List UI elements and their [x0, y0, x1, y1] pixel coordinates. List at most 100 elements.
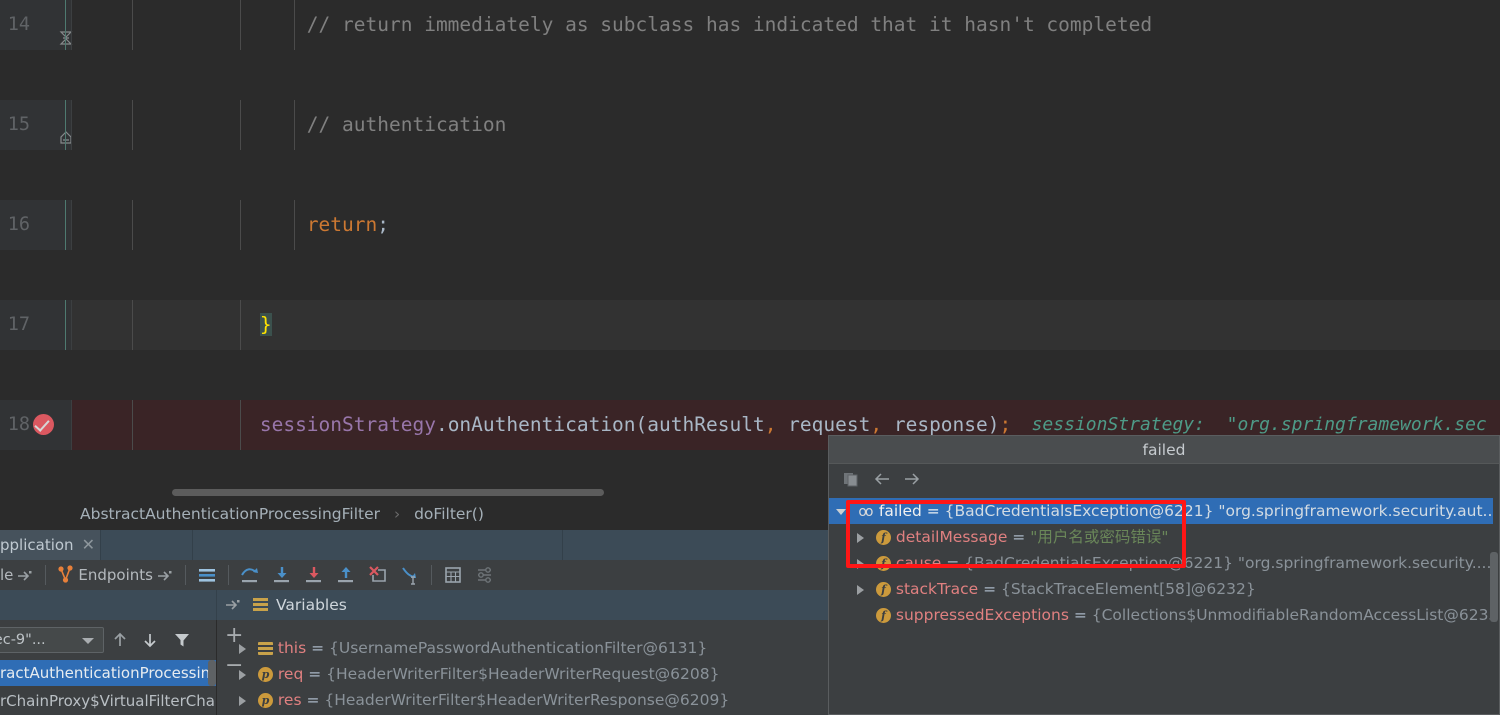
popup-variable-value: {BadCredentialsException@6221}: [964, 554, 1233, 572]
popup-toolbar[interactable]: [829, 464, 1499, 494]
pin-icon[interactable]: [153, 564, 175, 586]
breakpoint-icon[interactable]: [33, 414, 54, 435]
run-tab-application[interactable]: pplication ✕: [0, 530, 100, 560]
popup-variable-name: failed: [878, 502, 922, 520]
tab-divider: [100, 530, 101, 560]
code-lines[interactable]: 14 // return immediately as subclass has…: [0, 0, 1500, 498]
back-arrow-icon[interactable]: [871, 468, 901, 490]
popup-variable-row[interactable]: f suppressedExceptions = {Collections$Un…: [829, 602, 1493, 628]
expand-arrow-icon[interactable]: [857, 558, 871, 569]
frame-list-item[interactable]: rChainProxy$VirtualFilterChain: [0, 688, 216, 714]
popup-tree[interactable]: oo failed = {BadCredentialsException@622…: [829, 494, 1499, 714]
variable-row[interactable]: p res = {HeaderWriterFilter$HeaderWriter…: [217, 687, 828, 713]
variable-row[interactable]: p req = {HeaderWriterFilter$HeaderWriter…: [217, 661, 828, 687]
close-icon[interactable]: ✕: [82, 530, 95, 560]
code-token: ;: [999, 413, 1012, 436]
run-to-cursor-button[interactable]: [394, 560, 426, 590]
panel-splitter[interactable]: [216, 590, 217, 620]
code-editor[interactable]: 14 // return immediately as subclass has…: [0, 0, 1500, 498]
idea-debugger-screen: 14 // return immediately as subclass has…: [0, 0, 1500, 715]
code-token: // return immediately as subclass has in…: [72, 13, 1153, 36]
code-token: .onAuthentication(authResult: [435, 413, 765, 436]
line-number: 17: [7, 314, 30, 335]
breadcrumb-class[interactable]: AbstractAuthenticationProcessingFilter: [80, 505, 380, 523]
code-token: }: [259, 313, 272, 336]
chevron-down-icon[interactable]: [82, 638, 94, 644]
console-tab-button[interactable]: le: [0, 560, 40, 590]
filter-icon[interactable]: [172, 630, 192, 654]
editor-gutter[interactable]: 14: [0, 0, 73, 50]
up-arrow-icon[interactable]: [110, 630, 130, 654]
drop-frame-button[interactable]: [362, 560, 394, 590]
popup-variable-row[interactable]: oo failed = {BadCredentialsException@622…: [829, 498, 1493, 524]
popup-variable-row[interactable]: f detailMessage = "用户名或密码错误": [829, 524, 1493, 550]
settings-button[interactable]: [469, 560, 501, 590]
variable-equals: =: [306, 639, 330, 657]
field-icon: f: [875, 556, 891, 571]
line-number: 18: [7, 414, 30, 435]
thread-selector[interactable]: exec-9"...: [0, 627, 104, 653]
run-to-cursor-icon[interactable]: [399, 564, 421, 586]
step-into-icon[interactable]: [303, 564, 325, 586]
step-into-button[interactable]: [298, 560, 330, 590]
evaluate-expression-button[interactable]: [437, 560, 469, 590]
endpoints-label: Endpoints: [78, 566, 153, 584]
variable-row[interactable]: this = {UsernamePasswordAuthenticationFi…: [217, 635, 828, 661]
popup-variable-name: detailMessage: [895, 528, 1008, 546]
step-out-icon[interactable]: [335, 564, 357, 586]
code-line[interactable]: 17 }: [0, 300, 1500, 350]
variable-value: {HeaderWriterFilter$HeaderWriterResponse…: [324, 691, 730, 709]
popup-scrollbar[interactable]: [1490, 552, 1498, 622]
frames-scrollbar[interactable]: [208, 660, 216, 686]
show-execution-point-icon[interactable]: [239, 564, 261, 586]
code-line[interactable]: 16 return;: [0, 200, 1500, 250]
copy-icon[interactable]: [841, 468, 871, 490]
value-popup[interactable]: failed oo failed = {BadCredentialsExcept…: [828, 435, 1500, 715]
step-out-button[interactable]: [330, 560, 362, 590]
down-arrow-icon[interactable]: [140, 630, 160, 654]
pin-icon[interactable]: [13, 564, 35, 586]
editor-horizontal-scrollbar[interactable]: [172, 489, 604, 496]
code-token: ;: [377, 213, 390, 236]
editor-gutter[interactable]: 17: [0, 300, 72, 350]
settings-icon[interactable]: [474, 564, 496, 586]
step-over-button[interactable]: [266, 560, 298, 590]
variable-value: {HeaderWriterFilter$HeaderWriterRequest@…: [326, 665, 720, 683]
expand-arrow-icon[interactable]: [857, 532, 871, 543]
code-text: // return immediately as subclass has in…: [72, 0, 1152, 50]
layout-settings-button[interactable]: [191, 560, 223, 590]
endpoints-tab-button[interactable]: Endpoints: [51, 560, 180, 590]
popup-variable-name: cause: [895, 554, 942, 572]
code-line[interactable]: 15 // authentication: [0, 100, 1500, 150]
variables-tab-label[interactable]: Variables: [276, 590, 347, 620]
editor-gutter[interactable]: 16: [0, 200, 72, 250]
evaluate-expression-icon[interactable]: [442, 564, 464, 586]
popup-variable-equals: =: [921, 502, 945, 520]
code-line[interactable]: 14 // return immediately as subclass has…: [0, 0, 1500, 50]
expand-arrow-icon[interactable]: [857, 584, 871, 595]
expand-arrow-icon[interactable]: [239, 669, 253, 680]
breadcrumb-method[interactable]: doFilter(): [414, 505, 484, 523]
editor-gutter[interactable]: 15: [0, 100, 72, 150]
popup-variable-row[interactable]: f cause = {BadCredentialsException@6221}…: [829, 550, 1493, 576]
frame-list-item[interactable]: ractAuthenticationProcessing: [0, 660, 216, 686]
layout-icon[interactable]: [196, 564, 218, 586]
expand-arrow-icon[interactable]: [239, 695, 253, 706]
forward-arrow-icon[interactable]: [901, 468, 931, 490]
breadcrumb-separator: ›: [393, 505, 401, 523]
frames-panel[interactable]: exec-9"... ractAuthenticationProcessingr…: [0, 620, 216, 715]
fold-region-line: [65, 300, 66, 350]
popup-variable-row[interactable]: f stackTrace = {StackTraceElement[58]@62…: [829, 576, 1493, 602]
collapse-arrow-icon[interactable]: [835, 499, 851, 525]
stack-frame-icon: [257, 642, 273, 655]
fold-region-line: [65, 0, 66, 50]
editor-gutter[interactable]: 18: [0, 400, 72, 450]
step-over-icon[interactable]: [271, 564, 293, 586]
expand-arrow-icon[interactable]: [239, 643, 253, 654]
drop-frame-icon[interactable]: [367, 564, 389, 586]
pin-icon[interactable]: [222, 595, 244, 619]
variables-panel[interactable]: + − this = {UsernamePasswordAuthenticati…: [217, 620, 828, 715]
show-execution-point-button[interactable]: [234, 560, 266, 590]
